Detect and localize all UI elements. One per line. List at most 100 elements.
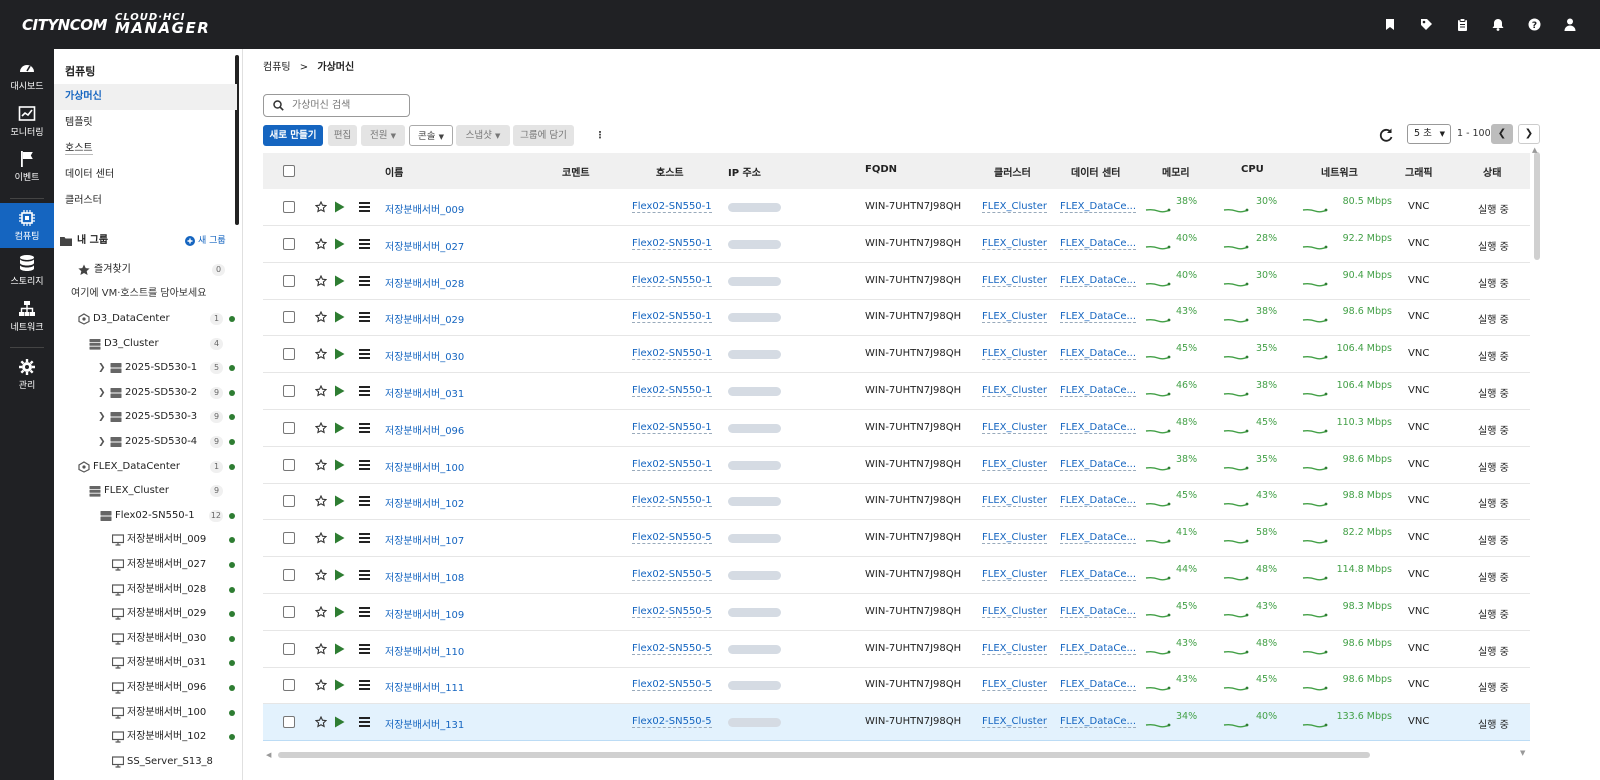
- tree-item[interactable]: 저장분배서버_031: [54, 651, 237, 675]
- col-cluster[interactable]: 클러스터: [994, 164, 1031, 179]
- table-row[interactable]: 저장분배서버_027 Flex02-SN550-1 WIN-7UHTN7J98QH F…: [263, 226, 1530, 263]
- play-icon[interactable]: [334, 459, 345, 471]
- vm-name-link[interactable]: 저장분배서버_027: [385, 238, 464, 253]
- console-icon[interactable]: [359, 459, 370, 470]
- table-row[interactable]: 저장분배서버_102 Flex02-SN550-1 WIN-7UHTN7J98QH F…: [263, 483, 1530, 521]
- star-icon[interactable]: [315, 569, 327, 581]
- table-row[interactable]: 저장분배서버_107 Flex02-SN550-5 WIN-7UHTN7J98QH F…: [263, 520, 1530, 558]
- cluster-link[interactable]: FLEX_Cluster: [982, 422, 1047, 434]
- table-vertical-scrollbar[interactable]: [1534, 152, 1540, 260]
- host-link[interactable]: Flex02-SN550-5: [632, 606, 712, 618]
- table-row[interactable]: 저장분배서버_009 Flex02-SN550-1 WIN-7UHTN7J98QH F…: [263, 189, 1530, 226]
- refresh-interval-select[interactable]: 5 초 ▼: [1407, 124, 1451, 144]
- cluster-link[interactable]: FLEX_Cluster: [982, 569, 1047, 581]
- vm-name-link[interactable]: 저장분배서버_107: [385, 532, 464, 547]
- cluster-link[interactable]: FLEX_Cluster: [982, 275, 1047, 287]
- tree-item[interactable]: ❯ 2025-SD530-3 9: [54, 405, 237, 429]
- tree-item[interactable]: 저장분배서버_096: [54, 676, 237, 700]
- scroll-up-icon[interactable]: ▲: [1532, 146, 1537, 154]
- tree-item[interactable]: FLEX_Cluster 9: [54, 479, 237, 503]
- col-host[interactable]: 호스트: [656, 164, 684, 179]
- edit-button[interactable]: 편집: [328, 125, 357, 146]
- tree-item[interactable]: D3_Cluster 4: [54, 332, 237, 356]
- table-row[interactable]: 저장분배서버_131 Flex02-SN550-5 WIN-7UHTN7J98QH F…: [263, 704, 1530, 742]
- table-row[interactable]: 저장분배서버_028 Flex02-SN550-1 WIN-7UHTN7J98QH F…: [263, 263, 1530, 300]
- table-row[interactable]: 저장분배서버_031 Flex02-SN550-1 WIN-7UHTN7J98QH F…: [263, 373, 1530, 410]
- nav-events[interactable]: 이벤트: [0, 150, 54, 190]
- host-link[interactable]: Flex02-SN550-1: [632, 422, 712, 434]
- star-icon[interactable]: [315, 679, 327, 691]
- sidebar-item-datacenter[interactable]: 데이터 센터: [54, 162, 237, 188]
- cluster-link[interactable]: FLEX_Cluster: [982, 643, 1047, 655]
- play-icon[interactable]: [334, 385, 345, 397]
- col-ip[interactable]: IP 주소: [728, 164, 761, 179]
- nav-computing[interactable]: 컴퓨팅: [0, 203, 54, 248]
- cluster-link[interactable]: FLEX_Cluster: [982, 385, 1047, 397]
- tree-item[interactable]: FLEX_DataCenter 1: [54, 455, 237, 479]
- sidebar-item-template[interactable]: 템플릿: [54, 110, 237, 136]
- vm-name-link[interactable]: 저장분배서버_131: [385, 716, 464, 731]
- prev-page-button[interactable]: ❮: [1491, 124, 1513, 144]
- bookmark-icon[interactable]: [1382, 17, 1398, 33]
- scroll-down-icon[interactable]: ▼: [1520, 749, 1525, 757]
- console-icon[interactable]: [359, 238, 370, 249]
- console-icon[interactable]: [359, 422, 370, 433]
- tree-item[interactable]: SS_Server_S13_8: [54, 750, 237, 774]
- vm-name-link[interactable]: 저장분배서버_028: [385, 275, 464, 290]
- table-row[interactable]: 저장분배서버_110 Flex02-SN550-5 WIN-7UHTN7J98QH F…: [263, 631, 1530, 668]
- star-icon[interactable]: [315, 605, 327, 618]
- more-icon[interactable]: ⋮: [593, 125, 607, 146]
- datacenter-link[interactable]: FLEX_DataCe...: [1060, 459, 1137, 471]
- table-row[interactable]: 저장분배서버_100 Flex02-SN550-1 WIN-7UHTN7J98QH F…: [263, 447, 1530, 484]
- star-icon[interactable]: [315, 311, 327, 323]
- console-icon[interactable]: [359, 570, 370, 580]
- table-row[interactable]: 저장분배서버_109 Flex02-SN550-5 WIN-7UHTN7J98QH F…: [263, 594, 1530, 631]
- cluster-link[interactable]: FLEX_Cluster: [982, 716, 1047, 729]
- favorites-item[interactable]: 즐겨찾기 0: [54, 258, 237, 282]
- chevron-right-icon[interactable]: ❯: [98, 381, 106, 405]
- col-name[interactable]: 이름: [385, 164, 403, 179]
- add-to-group-button[interactable]: 그룹에 담기: [513, 125, 574, 146]
- chevron-right-icon[interactable]: ❯: [98, 405, 106, 429]
- cluster-link[interactable]: FLEX_Cluster: [982, 679, 1047, 692]
- col-fqdn[interactable]: FQDN: [865, 164, 897, 175]
- row-checkbox[interactable]: [283, 605, 295, 618]
- snapshot-dropdown[interactable]: 스냅샷 ▼: [456, 125, 510, 146]
- console-icon[interactable]: [359, 606, 370, 617]
- nav-monitoring[interactable]: 모니터링: [0, 105, 54, 145]
- row-checkbox[interactable]: [283, 421, 295, 434]
- console-icon[interactable]: [359, 680, 370, 691]
- star-icon[interactable]: [315, 458, 327, 471]
- star-icon[interactable]: [315, 274, 327, 287]
- play-icon[interactable]: [334, 679, 345, 691]
- host-link[interactable]: Flex02-SN550-1: [632, 459, 712, 471]
- console-icon[interactable]: [359, 533, 370, 544]
- play-icon[interactable]: [334, 643, 345, 655]
- tree-item[interactable]: D3_DataCenter 1: [54, 307, 237, 331]
- col-memory[interactable]: 메모리: [1162, 164, 1190, 179]
- vm-name-link[interactable]: 저장분배서버_111: [385, 679, 464, 694]
- table-row[interactable]: 저장분배서버_096 Flex02-SN550-1 WIN-7UHTN7J98QH F…: [263, 410, 1530, 447]
- console-dropdown[interactable]: 콘솔 ▼: [409, 125, 453, 146]
- vm-name-link[interactable]: 저장분배서버_109: [385, 606, 464, 621]
- console-icon[interactable]: [359, 496, 370, 507]
- cluster-link[interactable]: FLEX_Cluster: [982, 311, 1047, 324]
- cluster-link[interactable]: FLEX_Cluster: [982, 238, 1047, 250]
- col-comment[interactable]: 코멘트: [562, 164, 590, 179]
- row-checkbox[interactable]: [283, 679, 295, 692]
- host-link[interactable]: Flex02-SN550-1: [632, 348, 712, 361]
- host-link[interactable]: Flex02-SN550-1: [632, 238, 712, 250]
- table-row[interactable]: 저장분배서버_029 Flex02-SN550-1 WIN-7UHTN7J98QH F…: [263, 299, 1530, 337]
- row-checkbox[interactable]: [283, 569, 295, 581]
- host-link[interactable]: Flex02-SN550-1: [632, 385, 712, 397]
- sidebar-item-cluster[interactable]: 클러스터: [54, 188, 237, 214]
- vm-name-link[interactable]: 저장분배서버_030: [385, 348, 464, 363]
- play-icon[interactable]: [334, 348, 345, 360]
- host-link[interactable]: Flex02-SN550-5: [632, 643, 712, 655]
- row-checkbox[interactable]: [283, 237, 295, 250]
- datacenter-link[interactable]: FLEX_DataCe...: [1060, 679, 1137, 692]
- power-dropdown[interactable]: 전원 ▼: [361, 125, 405, 146]
- cluster-link[interactable]: FLEX_Cluster: [982, 201, 1047, 213]
- nav-network[interactable]: 네트워크: [0, 300, 54, 340]
- console-icon[interactable]: [359, 386, 370, 396]
